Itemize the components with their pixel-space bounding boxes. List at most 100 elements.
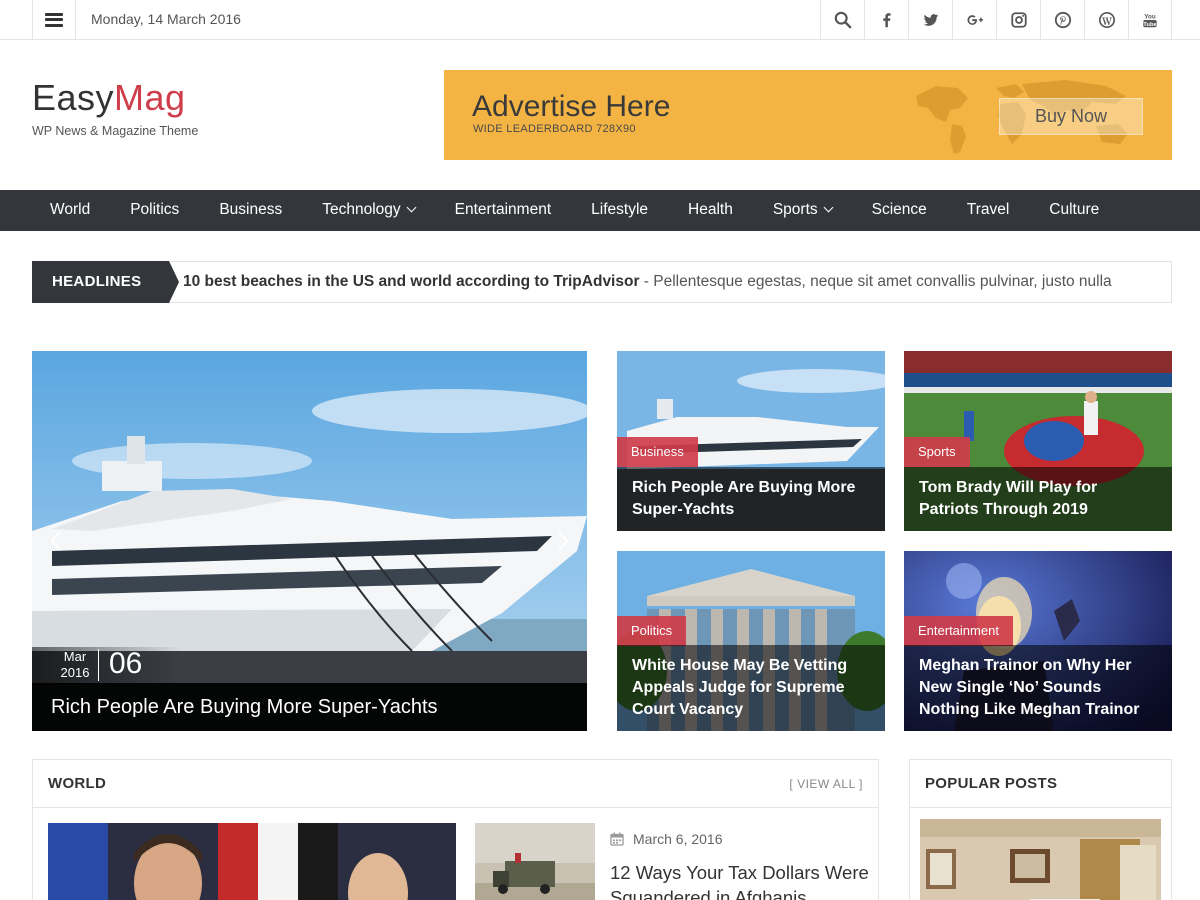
card-title[interactable]: Rich People Are Buying More Super-Yachts (617, 467, 885, 531)
category-badge[interactable]: Sports (904, 437, 970, 467)
nav-label: Lifestyle (591, 201, 649, 218)
nav-item-culture[interactable]: Culture (1029, 190, 1119, 231)
nav-label: Technology (322, 201, 401, 218)
featured-card[interactable]: Politics White House May Be Vetting Appe… (617, 551, 885, 731)
facebook-link[interactable] (864, 0, 908, 39)
date-month: Mar (63, 649, 87, 664)
date-day: 06 (109, 647, 143, 680)
buy-now-button[interactable]: Buy Now (999, 98, 1143, 135)
chevron-down-icon (823, 202, 834, 213)
featured-card[interactable]: Business Rich People Are Buying More Sup… (617, 351, 885, 531)
site-tagline: WP News & Magazine Theme (32, 124, 199, 138)
world-lead-image[interactable] (48, 823, 456, 900)
pinterest-link[interactable] (1040, 0, 1084, 39)
world-post-title[interactable]: 12 Ways Your Tax Dollars Were Squandered… (610, 860, 870, 900)
hotel-room-photo (920, 819, 1161, 900)
search-icon (834, 11, 851, 28)
leaderboard-ad[interactable]: Advertise Here WIDE LEADERBOARD 728X90 B… (444, 70, 1172, 160)
nav-label: Health (688, 201, 733, 218)
nav-item-world[interactable]: World (30, 190, 110, 231)
nav-item-lifestyle[interactable]: Lifestyle (571, 190, 668, 231)
section-title: WORLD (48, 775, 107, 792)
nav-item-health[interactable]: Health (668, 190, 753, 231)
twitter-icon (923, 13, 938, 26)
logo-text-easy: Easy (32, 77, 115, 118)
widget-header: POPULAR POSTS (910, 760, 1171, 808)
card-title[interactable]: Meghan Trainor on Why Her New Single ‘No… (904, 645, 1172, 731)
social-links: You Tube (820, 0, 1172, 39)
hamburger-menu-button[interactable] (32, 0, 76, 39)
ticker-item[interactable]: 10 best beaches in the US and world acco… (183, 262, 1112, 302)
nav-item-business[interactable]: Business (199, 190, 302, 231)
post-meta: March 6, 2016 (610, 831, 723, 847)
current-date: Monday, 14 March 2016 (91, 11, 241, 27)
nav-item-sports[interactable]: Sports (753, 190, 852, 231)
nav-item-travel[interactable]: Travel (947, 190, 1030, 231)
ticker-excerpt: Pellentesque egestas, neque sit amet con… (653, 273, 1112, 290)
hamburger-icon (45, 12, 63, 27)
search-button[interactable] (820, 0, 864, 39)
nav-label: Science (871, 201, 927, 218)
chevron-down-icon (406, 202, 417, 213)
widget-title: POPULAR POSTS (925, 775, 1058, 792)
slider-title[interactable]: Rich People Are Buying More Super-Yachts (32, 683, 587, 731)
nav-label: Travel (966, 201, 1010, 218)
nav-label: World (50, 201, 91, 218)
top-bar: Monday, 14 March 2016 You Tube (0, 0, 1200, 40)
ticker-separator: - (639, 273, 654, 290)
section-header: WORLD [ VIEW ALL ] (33, 760, 878, 808)
instagram-icon (1010, 11, 1027, 28)
slider-date: Mar 2016 06 (32, 647, 182, 685)
nav-item-entertainment[interactable]: Entertainment (435, 190, 572, 231)
headlines-label: HEADLINES (32, 261, 179, 303)
featured-card[interactable]: Sports Tom Brady Will Play for Patriots … (904, 351, 1172, 531)
ad-title: Advertise Here (472, 90, 671, 123)
google-plus-icon (966, 14, 983, 25)
twitter-link[interactable] (908, 0, 952, 39)
world-section: WORLD [ VIEW ALL ] March 6, 2016 12 Ways… (32, 759, 879, 900)
nav-item-science[interactable]: Science (852, 190, 947, 231)
category-badge[interactable]: Business (617, 437, 698, 467)
headlines-ticker: HEADLINES 10 best beaches in the US and … (32, 261, 1172, 303)
svg-text:You: You (1144, 13, 1156, 20)
truck-photo (475, 823, 595, 900)
nav-item-politics[interactable]: Politics (110, 190, 199, 231)
world-post-thumbnail[interactable] (475, 823, 595, 900)
svg-text:Tube: Tube (1143, 21, 1157, 27)
nav-label: Entertainment (454, 201, 552, 218)
google-plus-link[interactable] (952, 0, 996, 39)
nav-label: Politics (130, 201, 180, 218)
card-title[interactable]: White House May Be Vetting Appeals Judge… (617, 645, 885, 731)
main-navigation: World Politics Business Technology Enter… (0, 190, 1200, 231)
date-divider (98, 649, 99, 681)
featured-card[interactable]: Entertainment Meghan Trainor on Why Her … (904, 551, 1172, 731)
date-month-year: Mar 2016 (52, 649, 98, 681)
wordpress-link[interactable] (1084, 0, 1128, 39)
wordpress-icon (1098, 11, 1115, 28)
slider-prev-arrow[interactable] (48, 529, 64, 553)
assad-photo (48, 823, 456, 900)
date-year: 2016 (60, 665, 90, 680)
instagram-link[interactable] (996, 0, 1040, 39)
popular-post-image[interactable] (920, 819, 1161, 900)
nav-label: Sports (772, 201, 818, 218)
youtube-link[interactable]: You Tube (1128, 0, 1172, 39)
category-badge[interactable]: Entertainment (904, 616, 1013, 646)
ad-subtitle: WIDE LEADERBOARD 728X90 (473, 123, 636, 135)
featured-slider[interactable]: Mar 2016 06 Rich People Are Buying More S… (32, 351, 587, 731)
nav-label: Business (219, 201, 283, 218)
category-badge[interactable]: Politics (617, 616, 687, 646)
youtube-icon: YouTube (1143, 13, 1157, 27)
nav-item-technology[interactable]: Technology (302, 190, 434, 231)
card-title[interactable]: Tom Brady Will Play for Patriots Through… (904, 467, 1172, 531)
site-logo[interactable]: EasyMag (32, 78, 186, 118)
calendar-icon (610, 832, 624, 846)
slider-next-arrow[interactable] (555, 529, 571, 553)
logo-text-mag: Mag (114, 77, 186, 118)
nav-label: Culture (1049, 201, 1100, 218)
pinterest-icon (1054, 11, 1071, 28)
view-all-link[interactable]: [ VIEW ALL ] (789, 760, 863, 808)
popular-posts-widget: POPULAR POSTS (909, 759, 1172, 900)
post-date: March 6, 2016 (633, 831, 723, 847)
ticker-headline[interactable]: 10 best beaches in the US and world acco… (183, 273, 640, 290)
